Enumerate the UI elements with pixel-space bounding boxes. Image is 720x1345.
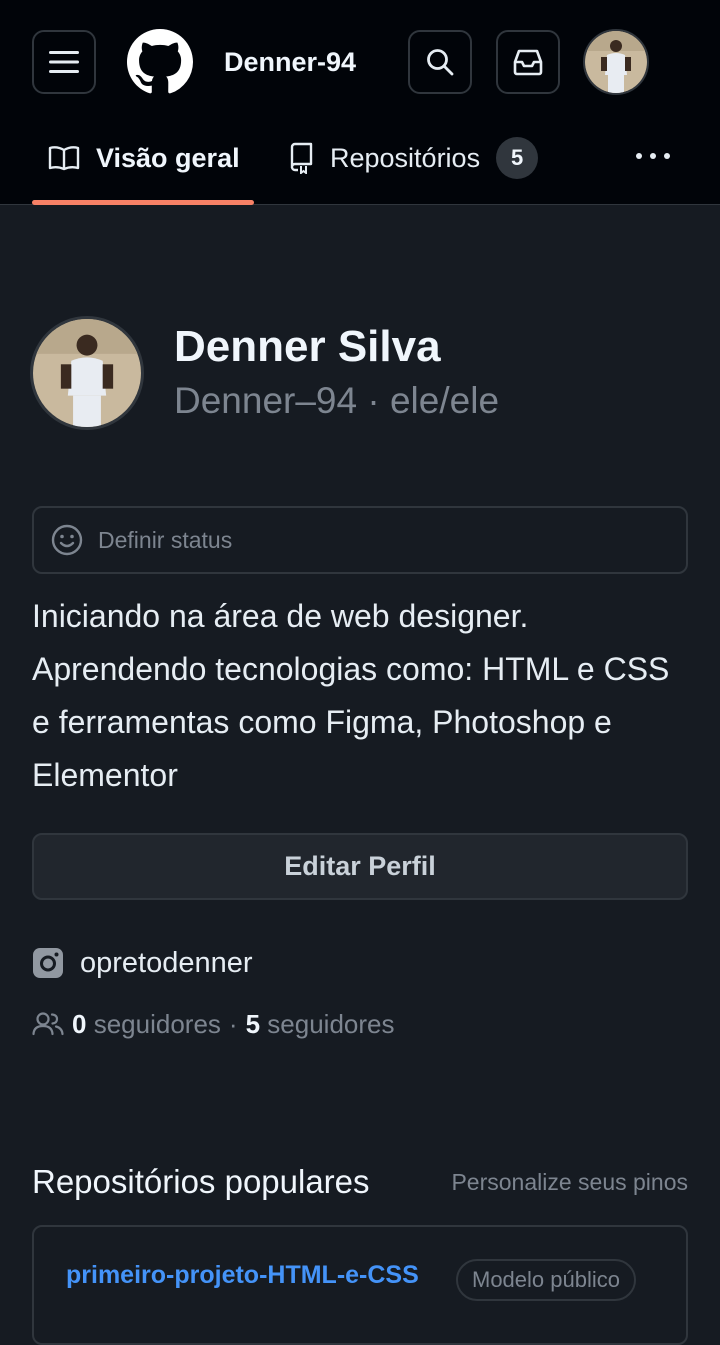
more-options-icon[interactable] — [636, 153, 670, 159]
tab-overview-label: Visão geral — [96, 142, 240, 173]
smiley-icon — [51, 524, 83, 556]
tab-repositories[interactable]: Repositórios 5 — [288, 120, 539, 196]
profile-bio: Iniciando na área de web designer. Apren… — [32, 598, 670, 793]
instagram-icon — [33, 948, 63, 978]
followers-line: 0 seguidores · 5 seguidores — [32, 1004, 394, 1044]
status-placeholder: Definir status — [98, 526, 233, 553]
popular-repositories-title: Repositórios populares — [32, 1163, 370, 1200]
social-link-instagram[interactable]: opretodenner — [32, 942, 253, 984]
profile-full-name: Denner Silva — [174, 322, 441, 371]
people-icon — [32, 1012, 64, 1036]
menu-button[interactable] — [32, 30, 96, 94]
social-handle: opretodenner — [80, 946, 253, 979]
repositories-count-badge: 5 — [496, 137, 539, 179]
profile-login-line: Denner–94 · ele/ele — [174, 376, 499, 426]
edit-profile-button[interactable]: Editar Perfil — [32, 833, 688, 900]
inbox-button[interactable] — [496, 30, 560, 94]
set-status-button[interactable]: Definir status — [32, 506, 688, 574]
book-icon — [48, 146, 80, 171]
following-link[interactable]: 5 seguidores — [246, 1009, 395, 1040]
profile-login: Denner–94 — [174, 380, 358, 421]
followers-separator: · — [228, 1008, 238, 1039]
profile-login-separator: · — [357, 380, 390, 421]
active-tab-indicator — [32, 200, 254, 205]
followers-count: 0 — [72, 1008, 87, 1039]
profile-avatar[interactable] — [30, 316, 144, 430]
following-label: seguidores — [267, 1008, 395, 1039]
user-avatar[interactable] — [583, 29, 649, 95]
search-icon — [427, 49, 454, 76]
repo-icon — [290, 142, 313, 174]
top-bar: Denner-94 Visão geral Repositórios 5 — [0, 0, 720, 205]
repo-visibility-badge: Modelo público — [456, 1259, 636, 1301]
pinned-repo-card: primeiro-projeto-HTML-e-CSS Modelo públi… — [32, 1225, 688, 1345]
following-count: 5 — [245, 1008, 261, 1039]
repo-name-link[interactable]: primeiro-projeto-HTML-e-CSS — [66, 1258, 419, 1292]
hamburger-menu-icon — [49, 51, 79, 73]
tab-overview[interactable]: Visão geral — [48, 120, 240, 196]
customize-pins-link[interactable]: Personalize seus pinos — [451, 1166, 688, 1198]
followers-label: seguidores — [93, 1008, 221, 1039]
search-button[interactable] — [408, 30, 472, 94]
header-username[interactable]: Denner-94 — [224, 44, 356, 80]
github-logo-icon[interactable] — [127, 29, 193, 95]
profile-tabs: Visão geral Repositórios 5 — [0, 120, 720, 205]
tab-repositories-label: Repositórios — [330, 142, 481, 173]
followers-link[interactable]: 0 seguidores — [72, 1009, 221, 1040]
profile-pronouns: ele/ele — [389, 380, 500, 421]
inbox-icon — [513, 49, 543, 76]
